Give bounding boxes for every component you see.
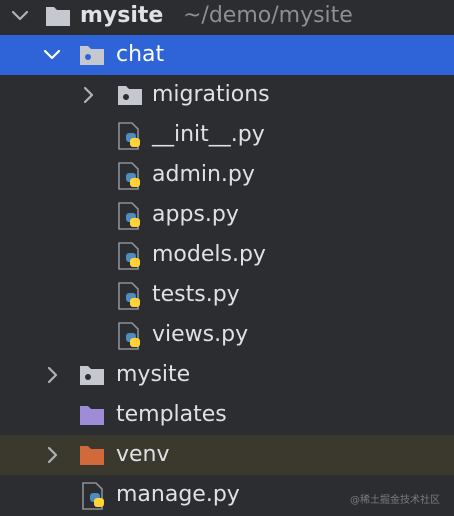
manage-file-label: manage.py	[116, 482, 240, 507]
tree-row-models-py[interactable]: models.py	[0, 235, 454, 275]
tree-row-admin-py[interactable]: admin.py	[0, 155, 454, 195]
python-file-icon	[116, 115, 144, 155]
chevron-down-icon[interactable]	[8, 0, 32, 36]
python-file-icon	[116, 315, 144, 355]
python-file-icon	[116, 155, 144, 195]
tree-row-chat[interactable]: chat	[0, 35, 454, 75]
python-file-icon	[116, 235, 144, 275]
package-folder-icon	[116, 75, 144, 115]
excluded-folder-icon	[78, 435, 106, 475]
templates-folder-icon	[78, 395, 106, 435]
package-folder-icon	[78, 355, 106, 395]
chevron-down-icon[interactable]	[40, 35, 64, 75]
file-label: __init__.py	[152, 122, 265, 147]
watermark: @稀土掘金技术社区	[350, 495, 440, 506]
tree-row-mysite-package[interactable]: mysite	[0, 355, 454, 395]
mysite-package-label: mysite	[116, 362, 191, 387]
chevron-right-icon[interactable]	[76, 75, 100, 115]
tree-row-tests-py[interactable]: tests.py	[0, 275, 454, 315]
file-label: admin.py	[152, 162, 255, 187]
tree-row-venv[interactable]: venv	[0, 435, 454, 475]
package-folder-icon	[78, 35, 106, 75]
python-file-icon	[116, 195, 144, 235]
file-label: tests.py	[152, 282, 240, 307]
python-file-icon	[80, 475, 108, 515]
chevron-right-icon[interactable]	[40, 355, 64, 395]
root-folder-path: ~/demo/mysite	[183, 3, 353, 28]
file-label: apps.py	[152, 202, 239, 227]
tree-row-templates[interactable]: templates	[0, 395, 454, 435]
tree-row-root[interactable]: mysite ~/demo/mysite	[0, 0, 454, 36]
tree-row-migrations[interactable]: migrations	[0, 75, 454, 115]
python-file-icon	[116, 275, 144, 315]
project-tree: mysite ~/demo/mysite chat migrations __i…	[0, 0, 454, 516]
chat-folder-label: chat	[116, 42, 165, 67]
migrations-folder-label: migrations	[152, 82, 270, 107]
folder-icon	[44, 0, 72, 36]
tree-row-views-py[interactable]: views.py	[0, 315, 454, 355]
venv-folder-label: venv	[116, 442, 170, 467]
templates-folder-label: templates	[116, 402, 227, 427]
file-label: models.py	[152, 242, 266, 267]
file-label: views.py	[152, 322, 249, 347]
tree-row-apps-py[interactable]: apps.py	[0, 195, 454, 235]
root-folder-label: mysite	[80, 3, 164, 28]
tree-row-init-py[interactable]: __init__.py	[0, 115, 454, 155]
chevron-right-icon[interactable]	[40, 435, 64, 475]
